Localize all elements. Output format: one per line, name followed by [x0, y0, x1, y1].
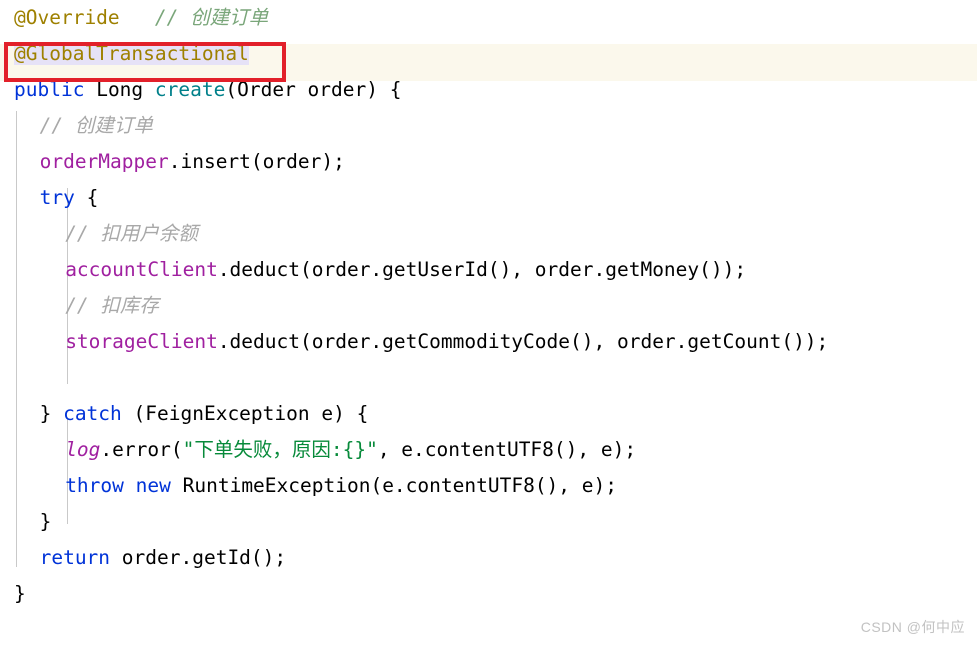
line-order-mapper-insert-token-0: orderMapper: [39, 150, 169, 173]
line-order-mapper-insert-token-1: .insert(order);: [168, 150, 345, 173]
line-override-token-1: [120, 6, 155, 29]
line-blank-1[interactable]: [0, 360, 977, 396]
line-close-method-token-0: }: [14, 582, 26, 605]
line-catch-token-1: catch: [63, 402, 122, 425]
line-close-method[interactable]: }: [0, 576, 977, 612]
line-comment-deduct-stock-token-0: // 扣库存: [65, 294, 159, 317]
line-comment-create-order[interactable]: // 创建订单: [0, 108, 977, 144]
line-close-try-catch-token-0: }: [39, 510, 52, 533]
line-method-signature-token-4: create: [154, 78, 226, 101]
line-log-error-token-1: .error(: [100, 438, 183, 461]
line-log-error-token-2: "下单失败，原因:{}": [182, 438, 378, 461]
line-catch[interactable]: } catch (FeignException e) {: [0, 396, 977, 432]
line-storage-client-deduct-token-0: storageClient: [65, 330, 218, 353]
line-try-token-0: try: [39, 186, 75, 209]
line-method-signature-token-3: [143, 78, 155, 101]
line-log-error-token-0: log: [65, 438, 101, 461]
line-comment-deduct-balance[interactable]: // 扣用户余额: [0, 216, 977, 252]
line-global-transactional-token-0: @GlobalTransactional: [14, 42, 249, 65]
line-storage-client-deduct[interactable]: storageClient.deduct(order.getCommodityC…: [0, 324, 977, 360]
line-log-error-token-3: , e.contentUTF8(), e);: [377, 438, 637, 461]
line-account-client-deduct[interactable]: accountClient.deduct(order.getUserId(), …: [0, 252, 977, 288]
line-try[interactable]: try {: [0, 180, 977, 216]
line-catch-token-0: }: [39, 402, 64, 425]
line-catch-token-2: (FeignException e) {: [121, 402, 369, 425]
code-content[interactable]: @Override // 创建订单 @GlobalTransactional pub…: [0, 0, 977, 612]
line-throw-runtime-exception-token-3: RuntimeException(e.contentUTF8(), e);: [170, 474, 617, 497]
line-account-client-deduct-token-1: .deduct(order.getUserId(), order.getMone…: [217, 258, 747, 281]
line-throw-runtime-exception[interactable]: throw new RuntimeException(e.contentUTF8…: [0, 468, 977, 504]
line-return-token-0: return: [39, 546, 111, 569]
line-return-token-1: order.getId();: [110, 546, 287, 569]
line-override[interactable]: @Override // 创建订单: [0, 0, 977, 36]
line-log-error[interactable]: log.error("下单失败，原因:{}", e.contentUTF8(),…: [0, 432, 977, 468]
line-method-signature-token-0: public: [14, 78, 85, 101]
line-try-token-1: {: [74, 186, 99, 209]
line-comment-create-order-token-0: // 创建订单: [39, 114, 153, 137]
line-comment-deduct-balance-token-0: // 扣用户余额: [65, 222, 198, 245]
line-override-token-0: @Override: [14, 6, 120, 29]
watermark-label: CSDN @何中应: [860, 619, 965, 635]
line-method-signature-token-2: Long: [96, 78, 144, 101]
line-order-mapper-insert[interactable]: orderMapper.insert(order);: [0, 144, 977, 180]
line-throw-runtime-exception-token-2: new: [135, 474, 171, 497]
line-comment-deduct-stock[interactable]: // 扣库存: [0, 288, 977, 324]
line-close-try-catch[interactable]: }: [0, 504, 977, 540]
line-method-signature-token-1: [84, 78, 96, 101]
line-override-token-2: // 创建订单: [154, 6, 269, 29]
line-method-signature-token-5: (Order order) {: [225, 78, 402, 101]
line-throw-runtime-exception-token-1: [124, 474, 136, 497]
line-global-transactional[interactable]: @GlobalTransactional: [0, 36, 977, 72]
line-return[interactable]: return order.getId();: [0, 540, 977, 576]
line-account-client-deduct-token-0: accountClient: [65, 258, 218, 281]
line-throw-runtime-exception-token-0: throw: [65, 474, 124, 497]
code-editor-surface[interactable]: @Override // 创建订单 @GlobalTransactional pub…: [0, 0, 977, 645]
line-storage-client-deduct-token-1: .deduct(order.getCommodityCode(), order.…: [217, 330, 829, 353]
line-method-signature[interactable]: public Long create(Order order) {: [0, 72, 977, 108]
